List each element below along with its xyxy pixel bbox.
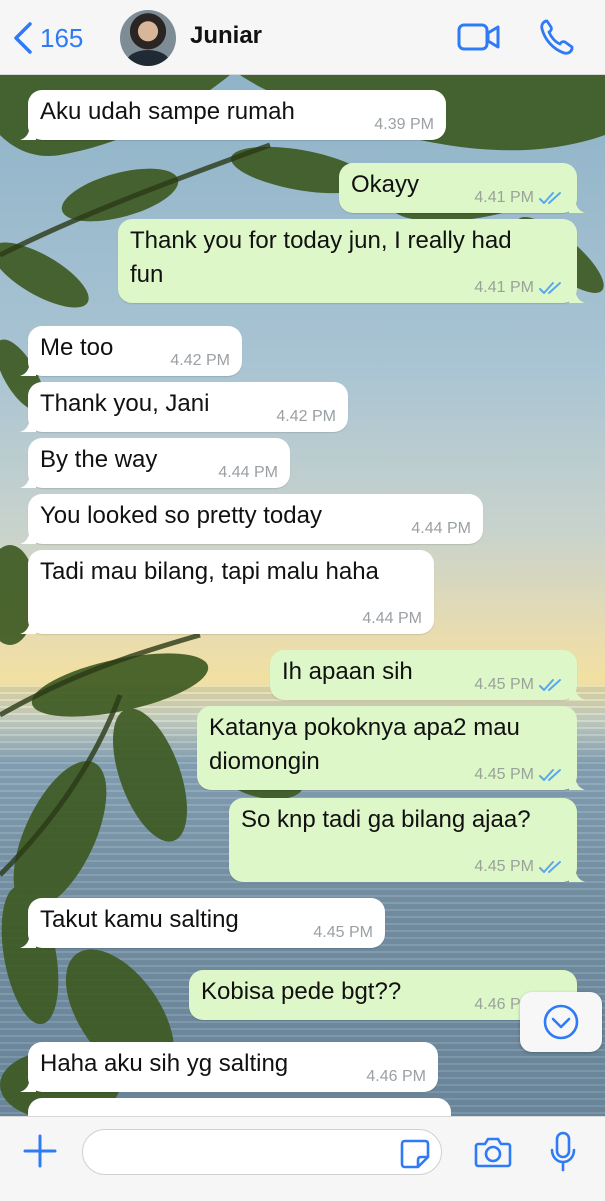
message-text: Kobisa pede bgt?? [201, 978, 402, 1005]
incoming-message[interactable]: Aku udah sampe rumah 4.39 PM [20, 90, 446, 140]
sticker-icon[interactable] [400, 1139, 430, 1169]
message-text: Thank you, Jani [40, 390, 210, 417]
message-meta: 4.41 PM [474, 188, 565, 208]
camera-icon[interactable] [474, 1135, 512, 1169]
bubble-tail [20, 126, 36, 140]
incoming-message[interactable]: Thank you, Jani 4.42 PM [20, 382, 348, 432]
message-meta: 4.44 PM [218, 463, 278, 483]
double-check-icon [539, 679, 561, 691]
message-meta: 4.39 PM [374, 115, 434, 135]
outgoing-message[interactable]: Katanya pokoknya apa2 mau diomongin 4.45 … [197, 706, 585, 790]
bubble-tail [20, 362, 36, 376]
bubble-tail [569, 199, 585, 213]
chevron-down-icon [543, 1004, 579, 1040]
message-time: 4.44 PM [218, 464, 278, 481]
outgoing-message[interactable]: Ih apaan sih 4.45 PM [270, 650, 585, 700]
chat-header: 165 Juniar [0, 0, 605, 75]
double-check-icon [539, 861, 561, 873]
message-time: 4.46 PM [366, 1068, 426, 1085]
message-meta: 4.46 PM [366, 1067, 426, 1087]
message-text: Me too [40, 334, 114, 361]
incoming-message[interactable]: Me too 4.42 PM [20, 326, 242, 376]
message-text: Katanya pokoknya apa2 mau diomongin [209, 714, 520, 775]
message-text: So knp tadi ga bilang ajaa? [241, 806, 531, 833]
bubble-tail [20, 934, 36, 948]
message-time: 4.44 PM [362, 610, 422, 627]
message-time: 4.42 PM [170, 352, 230, 369]
message-input[interactable] [82, 1129, 442, 1175]
message-time: 4.39 PM [374, 116, 434, 133]
message-text: Ih apaan sih [282, 658, 413, 685]
bubble-tail [569, 686, 585, 700]
message-time: 4.45 PM [474, 858, 534, 875]
outgoing-message[interactable]: So knp tadi ga bilang ajaa? 4.45 PM [229, 798, 585, 882]
message-meta: 4.44 PM [362, 609, 422, 629]
outgoing-message[interactable]: Okayy 4.41 PM [339, 163, 585, 213]
bubble-tail [569, 868, 585, 882]
incoming-message[interactable]: Haha aku sih yg salting 4.46 PM [20, 1042, 438, 1092]
bubble-tail [20, 620, 36, 634]
video-camera-icon[interactable] [457, 20, 501, 54]
incoming-message[interactable]: You looked so pretty today 4.44 PM [20, 494, 483, 544]
outgoing-message[interactable]: Kobisa pede bgt?? 4.46 PM [189, 970, 585, 1020]
message-meta: 4.41 PM [474, 278, 565, 298]
double-check-icon [539, 192, 561, 204]
unread-count: 165 [40, 22, 84, 53]
double-check-icon [539, 282, 561, 294]
bubble-tail [20, 1078, 36, 1092]
contact-name[interactable]: Juniar [190, 22, 262, 50]
message-text: By the way [40, 446, 158, 473]
message-meta: 4.42 PM [170, 351, 230, 371]
message-text: Haha aku sih yg salting [40, 1050, 289, 1077]
phone-icon[interactable] [538, 18, 574, 56]
message-meta: 4.45 PM [474, 857, 565, 877]
chat-area[interactable]: Aku udah sampe rumah 4.39 PM Okayy 4.41 PM T… [0, 75, 605, 1116]
chevron-left-icon [14, 22, 32, 54]
back-button[interactable]: 165 [10, 18, 83, 58]
avatar[interactable] [120, 10, 176, 66]
message-text: Okayy [351, 171, 420, 198]
incoming-message[interactable]: Takut kamu salting 4.45 PM [20, 898, 385, 948]
incoming-message[interactable] [28, 1098, 451, 1116]
message-time: 4.45 PM [313, 924, 373, 941]
message-meta: 4.44 PM [411, 519, 471, 539]
microphone-icon[interactable] [550, 1131, 576, 1173]
bubble-tail [20, 474, 36, 488]
plus-icon[interactable] [22, 1133, 58, 1169]
message-time: 4.44 PM [411, 520, 471, 537]
message-time: 4.45 PM [474, 766, 534, 783]
message-meta: 4.45 PM [474, 765, 565, 785]
incoming-message[interactable]: Tadi mau bilang, tapi malu haha 4.44 PM [20, 550, 434, 634]
bubble-tail [20, 418, 36, 432]
double-check-icon [539, 769, 561, 781]
message-text: Tadi mau bilang, tapi malu haha [40, 558, 379, 585]
compose-bar [0, 1116, 605, 1201]
message-time: 4.41 PM [474, 279, 534, 296]
message-meta: 4.45 PM [474, 675, 565, 695]
bubble-tail [569, 289, 585, 303]
message-text: Takut kamu salting [40, 906, 239, 933]
scroll-to-bottom-button[interactable] [520, 992, 602, 1052]
message-time: 4.45 PM [474, 676, 534, 693]
message-text: You looked so pretty today [40, 502, 322, 529]
message-meta: 4.45 PM [313, 923, 373, 943]
message-time: 4.41 PM [474, 189, 534, 206]
bubble-tail [569, 776, 585, 790]
incoming-message[interactable]: By the way 4.44 PM [20, 438, 290, 488]
message-text: Aku udah sampe rumah [40, 98, 295, 125]
message-meta: 4.42 PM [276, 407, 336, 427]
bubble-tail [20, 530, 36, 544]
outgoing-message[interactable]: Thank you for today jun, I really had fu… [118, 219, 585, 303]
message-text: Thank you for today jun, I really had fu… [130, 227, 512, 288]
message-time: 4.42 PM [276, 408, 336, 425]
